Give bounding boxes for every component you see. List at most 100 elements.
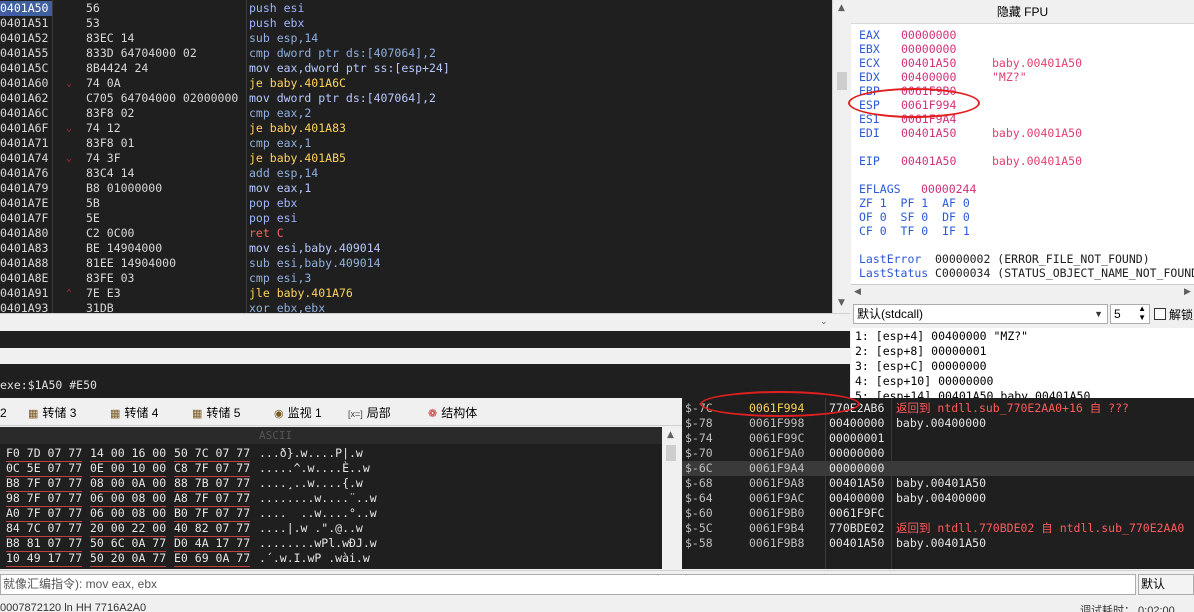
tab-dump-2[interactable]: ▦ 转储 4 [110, 401, 158, 425]
disasm-row[interactable]: 0401A8E 83FE 03 cmp esi,3 [0, 271, 832, 286]
disasm-bytes: 81EE 14904000 [86, 256, 177, 270]
register-value[interactable]: 00401A50 [901, 56, 956, 70]
dump-row[interactable]: B8 81 07 77 50 6C 0A 77 D0 4A 17 77.......… [0, 536, 662, 552]
chevron-down-icon[interactable]: ▼ [1094, 305, 1103, 323]
scroll-up-icon[interactable]: ▲ [667, 430, 674, 440]
disasm-row[interactable]: 0401A93 31DB xor ebx,ebx [0, 301, 832, 313]
disasm-row[interactable]: 0401A76 83C4 14 add esp,14 [0, 166, 832, 181]
command-input[interactable]: 就像汇编指令): mov eax, ebx [0, 574, 1136, 595]
callstack-arg[interactable]: 2: [esp+8] 00000001 [855, 344, 987, 359]
dump-row[interactable]: 98 7F 07 77 06 00 08 00 A8 7F 07 77.......… [0, 491, 662, 507]
disasm-row[interactable]: 0401A55 833D 64704000 02 cmp dword ptr ds:… [0, 46, 832, 61]
stack-view[interactable]: $-7C 0061F994 770E2AB6 返回到 ntdll.sub_770E2A… [682, 398, 1194, 569]
stack-row[interactable]: $-58 0061F9B8 00401A50 baby.00401A50 [682, 536, 1194, 551]
flag-field[interactable]: ZF 1 PF 1 AF 0 [859, 196, 970, 210]
disasm-row[interactable]: 0401A83 BE 14904000 mov esi,baby.409014 [0, 241, 832, 256]
callstack-arg[interactable]: 5: [esp+14] 00401A50 baby.00401A50 [855, 389, 1090, 398]
stack-row[interactable]: $-64 0061F9AC 00400000 baby.00400000 [682, 491, 1194, 506]
flag-field[interactable]: EFLAGS [859, 182, 901, 196]
tab-dump-0[interactable]: 2 [0, 401, 7, 425]
disassembly-view[interactable]: 0401A50 56 push esi 0401A51 53 push ebx 0401A5… [0, 0, 832, 313]
callstack-arg[interactable]: 1: [esp+4] 00400000 "MZ?" [855, 329, 1028, 344]
callstack-args-list[interactable]: 1: [esp+4] 00400000 "MZ?" 2: [esp+8] 0000… [851, 328, 1194, 398]
tab-struct-6[interactable]: ❁ 结构体 [428, 401, 477, 425]
arg-count-stepper[interactable]: 5 ▲ ▼ [1110, 304, 1150, 324]
dump-row[interactable]: 84 7C 07 77 20 00 22 00 40 82 07 77 ....|.w… [0, 521, 662, 537]
stack-row[interactable]: $-78 0061F998 00400000 baby.00400000 [682, 416, 1194, 431]
disassembly-horizontal-scrollbar[interactable]: ⌄ [0, 313, 850, 331]
stack-row[interactable]: $-70 0061F9A0 00000000 [682, 446, 1194, 461]
disasm-address: 0401A51 [0, 16, 49, 30]
chevron-down-icon[interactable]: ⌄ [820, 317, 828, 327]
registers-horizontal-scrollbar[interactable]: ◀ ▶ [851, 284, 1194, 300]
disasm-row[interactable]: 0401A91 ⌃ 7E E3 jle baby.401A76 [0, 286, 832, 301]
stack-row[interactable]: $-5C 0061F9B4 770BDE02 返回到 ntdll.770BDE02 自… [682, 521, 1194, 536]
scroll-left-icon[interactable]: ◀ [854, 287, 861, 297]
stack-row[interactable]: $-7C 0061F994 770E2AB6 返回到 ntdll.sub_770E2A… [682, 401, 1194, 416]
register-value[interactable]: 00000000 [901, 28, 956, 42]
tab-dump-3[interactable]: ▦ 转储 5 [192, 401, 240, 425]
disasm-row[interactable]: 0401A5C 8B4424 24 mov eax,dword ptr ss:[es… [0, 61, 832, 76]
tab-dump-1[interactable]: ▦ 转储 3 [28, 401, 76, 425]
flag-field[interactable]: 00000002 (ERROR_FILE_NOT_FOUND) [935, 252, 1150, 266]
stack-address: 0061F9B4 [749, 521, 805, 535]
dump-hex: 50 7C 07 77 [174, 446, 251, 462]
memory-dump-view[interactable]: ASCII F0 7D 07 77 14 00 16 00 50 7C 07 77.… [0, 427, 662, 569]
callstack-arg[interactable]: 3: [esp+C] 00000000 [855, 359, 987, 374]
scroll-thumb[interactable] [666, 445, 676, 461]
registers-panel[interactable]: 隐藏 FPU EAX 00000000 EBX 00000000 ECX 00401A50… [851, 0, 1194, 284]
tab-watch-4[interactable]: ◉ 监视 1 [274, 401, 322, 425]
disasm-row[interactable]: 0401A62 C705 64704000 02000000 mov dword p… [0, 91, 832, 106]
stack-row[interactable]: $-74 0061F99C 00000001 [682, 431, 1194, 446]
stepper-arrows-icon[interactable]: ▲ ▼ [1138, 304, 1146, 322]
dump-row[interactable]: 10 49 17 77 50 20 0A 77 E0 69 0A 77 .´.w.I.… [0, 551, 662, 567]
register-value[interactable]: 00401A50 [901, 154, 956, 168]
disasm-row[interactable]: 0401A6C 83F8 02 cmp eax,2 [0, 106, 832, 121]
disasm-row[interactable]: 0401A52 83EC 14 sub esp,14 [0, 31, 832, 46]
scroll-thumb[interactable] [837, 72, 847, 90]
register-value[interactable]: 00400000 [901, 70, 956, 84]
disassembly-vertical-scrollbar[interactable]: ▲ ▼ [832, 0, 850, 313]
stack-row[interactable]: $-68 0061F9A8 00401A50 baby.00401A50 [682, 476, 1194, 491]
disasm-row[interactable]: 0401A50 56 push esi [0, 1, 832, 16]
callstack-arg[interactable]: 4: [esp+10] 00000000 [855, 374, 993, 389]
disasm-row[interactable]: 0401A51 53 push ebx [0, 16, 832, 31]
dump-row[interactable]: A0 7F 07 77 06 00 08 00 B0 7F 07 77 .... ..… [0, 506, 662, 522]
tab-locals-5[interactable]: [x=] 局部 [348, 401, 391, 425]
scroll-up-icon[interactable]: ▲ [838, 3, 845, 13]
flag-field[interactable]: CF 0 TF 0 IF 1 [859, 224, 970, 238]
register-value[interactable]: 00401A50 [901, 126, 956, 140]
flag-field[interactable]: OF 0 SF 0 DF 0 [859, 210, 970, 224]
disasm-row[interactable]: 0401A88 81EE 14904000 sub esi,baby.409014 [0, 256, 832, 271]
flag-field[interactable]: 00000244 [921, 182, 976, 196]
stack-row[interactable]: $-60 0061F9B0 0061F9FC [682, 506, 1194, 521]
calling-convention-select[interactable]: 默认(stdcall) ▼ [853, 304, 1108, 324]
scroll-right-icon[interactable]: ▶ [1184, 287, 1191, 297]
unlock-checkbox[interactable] [1154, 308, 1166, 320]
disasm-row[interactable]: 0401A7E 5B pop ebx [0, 196, 832, 211]
register-value[interactable]: 00000000 [901, 42, 956, 56]
flag-field[interactable]: C0000034 (STATUS_OBJECT_NAME_NOT_FOUND) [935, 266, 1194, 280]
flag-field[interactable]: LastStatus [859, 266, 928, 280]
flag-field[interactable]: LastError [859, 252, 921, 266]
disasm-row[interactable]: 0401A7F 5E pop esi [0, 211, 832, 226]
dump-row[interactable]: B8 7F 07 77 08 00 0A 00 88 7B 07 77 ....¸..… [0, 476, 662, 492]
dump-vertical-scrollbar[interactable]: ▲ [662, 427, 680, 569]
registers-title[interactable]: 隐藏 FPU [851, 0, 1194, 24]
scroll-down-icon[interactable]: ▼ [838, 298, 845, 308]
register-value[interactable]: 0061F994 [901, 98, 956, 112]
disasm-row[interactable]: 0401A60 ⌄ 74 0A je baby.401A6C [0, 76, 832, 91]
disasm-row[interactable]: 0401A71 83F8 01 cmp eax,1 [0, 136, 832, 151]
register-name: EDI [859, 126, 880, 140]
dump-row[interactable]: F0 7D 07 77 14 00 16 00 50 7C 07 77 ...ð}.w… [0, 446, 662, 462]
register-value[interactable]: 0061F9A4 [901, 112, 956, 126]
register-value[interactable]: 0061F9B0 [901, 84, 956, 98]
disasm-row[interactable]: 0401A74 ⌄ 74 3F je baby.401AB5 [0, 151, 832, 166]
stack-row[interactable]: $-6C 0061F9A4 00000000 [682, 461, 1194, 476]
disasm-row[interactable]: 0401A79 B8 01000000 mov eax,1 [0, 181, 832, 196]
disasm-row[interactable]: 0401A80 C2 0C00 ret C [0, 226, 832, 241]
dump-row[interactable]: 0C 5E 07 77 0E 00 10 00 C8 7F 07 77 .....^.… [0, 461, 662, 477]
dump-ascii: ....|.w .".@..w [259, 521, 363, 535]
disasm-row[interactable]: 0401A6F ⌄ 74 12 je baby.401A83 [0, 121, 832, 136]
command-mode-select[interactable]: 默认 [1138, 574, 1194, 595]
